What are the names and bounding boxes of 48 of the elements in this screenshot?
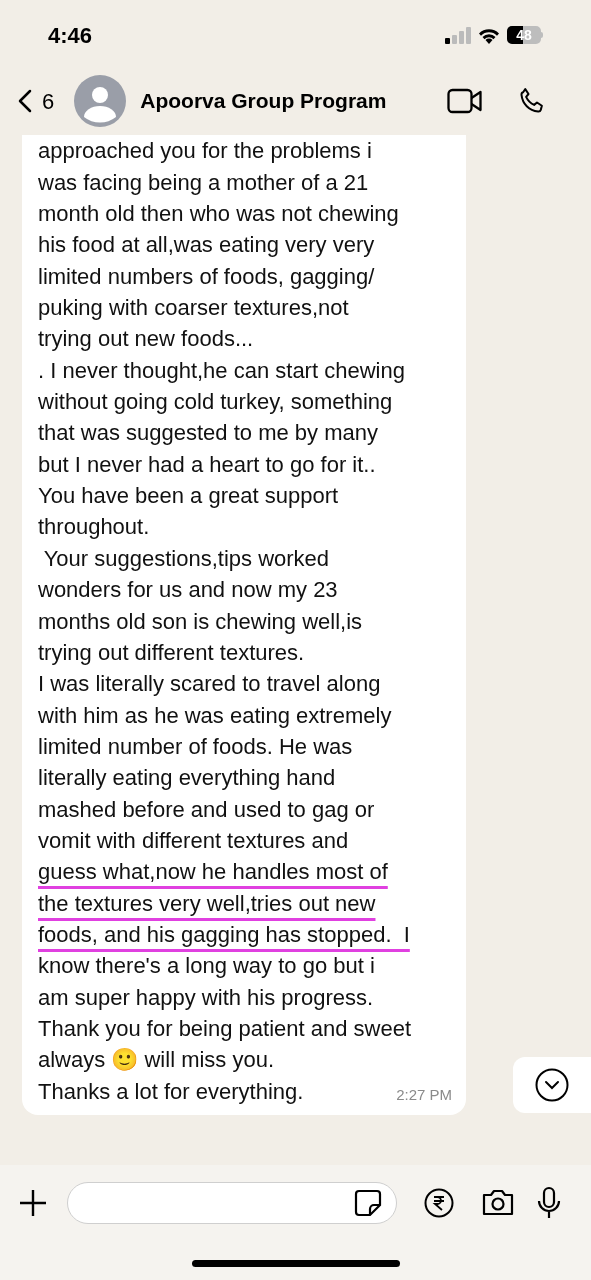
message-text-line: puking with coarser textures,not: [38, 294, 349, 323]
avatar-icon[interactable]: [74, 75, 127, 127]
microphone-icon[interactable]: [537, 1186, 561, 1220]
message-text-line: but I never had a heart to go for it..: [38, 450, 376, 479]
message-text-line: foods, and his gagging has stopped. I: [38, 920, 410, 949]
message-text-line: . I never thought,he can start chewing: [38, 356, 405, 385]
message-text-line: that was suggested to me by many: [38, 419, 378, 448]
chat-title[interactable]: Apoorva Group Program: [140, 85, 387, 117]
chevron-down-icon: [535, 1068, 569, 1102]
message-text-line: with him as he was eating extremely: [38, 701, 392, 730]
message-text-line: You have been a great support: [38, 482, 339, 511]
message-text-line: trying out different textures.: [38, 638, 305, 667]
message-text-line: throughout.: [38, 513, 150, 542]
message-text-line: Thanks a lot for everything.: [38, 1077, 304, 1106]
message-input-field[interactable]: [67, 1182, 397, 1224]
video-call-icon[interactable]: [447, 88, 483, 114]
message-text-line: mashed before and used to gag or: [38, 795, 375, 824]
message-text-line: was facing being a mother of a 21: [38, 168, 369, 197]
message-text-line: limited numbers of foods, gagging/: [38, 262, 375, 291]
message-text-line: month old then who was not chewing: [38, 200, 399, 229]
message-text-line: am super happy with his progress.: [38, 983, 374, 1012]
message-text-line: approached you for the problems i: [38, 137, 372, 166]
message-text-line: guess what,now he handles most of: [38, 858, 388, 887]
message-text-line: always 🙂 will miss you.: [38, 1046, 275, 1075]
message-text-line: know there's a long way to go but i: [38, 952, 375, 981]
message-text-line: without going cold turkey, something: [38, 388, 393, 417]
back-button[interactable]: 6: [18, 84, 55, 118]
rupee-icon[interactable]: [424, 1188, 454, 1218]
message-text-line: vomit with different textures and: [38, 826, 349, 855]
message-text-line: literally eating everything hand: [38, 764, 336, 793]
message-text-line: trying out new foods...: [38, 325, 254, 354]
message-time: 2:27 PM: [396, 1084, 452, 1105]
camera-icon[interactable]: [481, 1189, 515, 1217]
message-text-line: wonders for us and now my 23: [38, 576, 338, 605]
status-time: 4:46: [48, 21, 93, 50]
message-text-line: months old son is chewing well,is: [38, 607, 363, 636]
scroll-down-button[interactable]: [513, 1057, 591, 1113]
message-text-line: Your suggestions,tips worked: [42, 544, 330, 573]
message-text-line: limited number of foods. He was: [38, 732, 353, 761]
message-text-line: the textures very well,tries out new: [38, 889, 376, 918]
sticker-icon[interactable]: [354, 1189, 382, 1217]
plus-icon[interactable]: [18, 1188, 48, 1218]
message-text-line: Thank you for being patient and sweet: [38, 1014, 412, 1043]
wifi-icon: [478, 26, 500, 44]
message-text-line: his food at all,was eating very very: [38, 231, 375, 260]
message-text-line: I was literally scared to travel along: [38, 670, 381, 699]
back-icon: [18, 89, 32, 113]
signal-icon: [445, 26, 471, 44]
